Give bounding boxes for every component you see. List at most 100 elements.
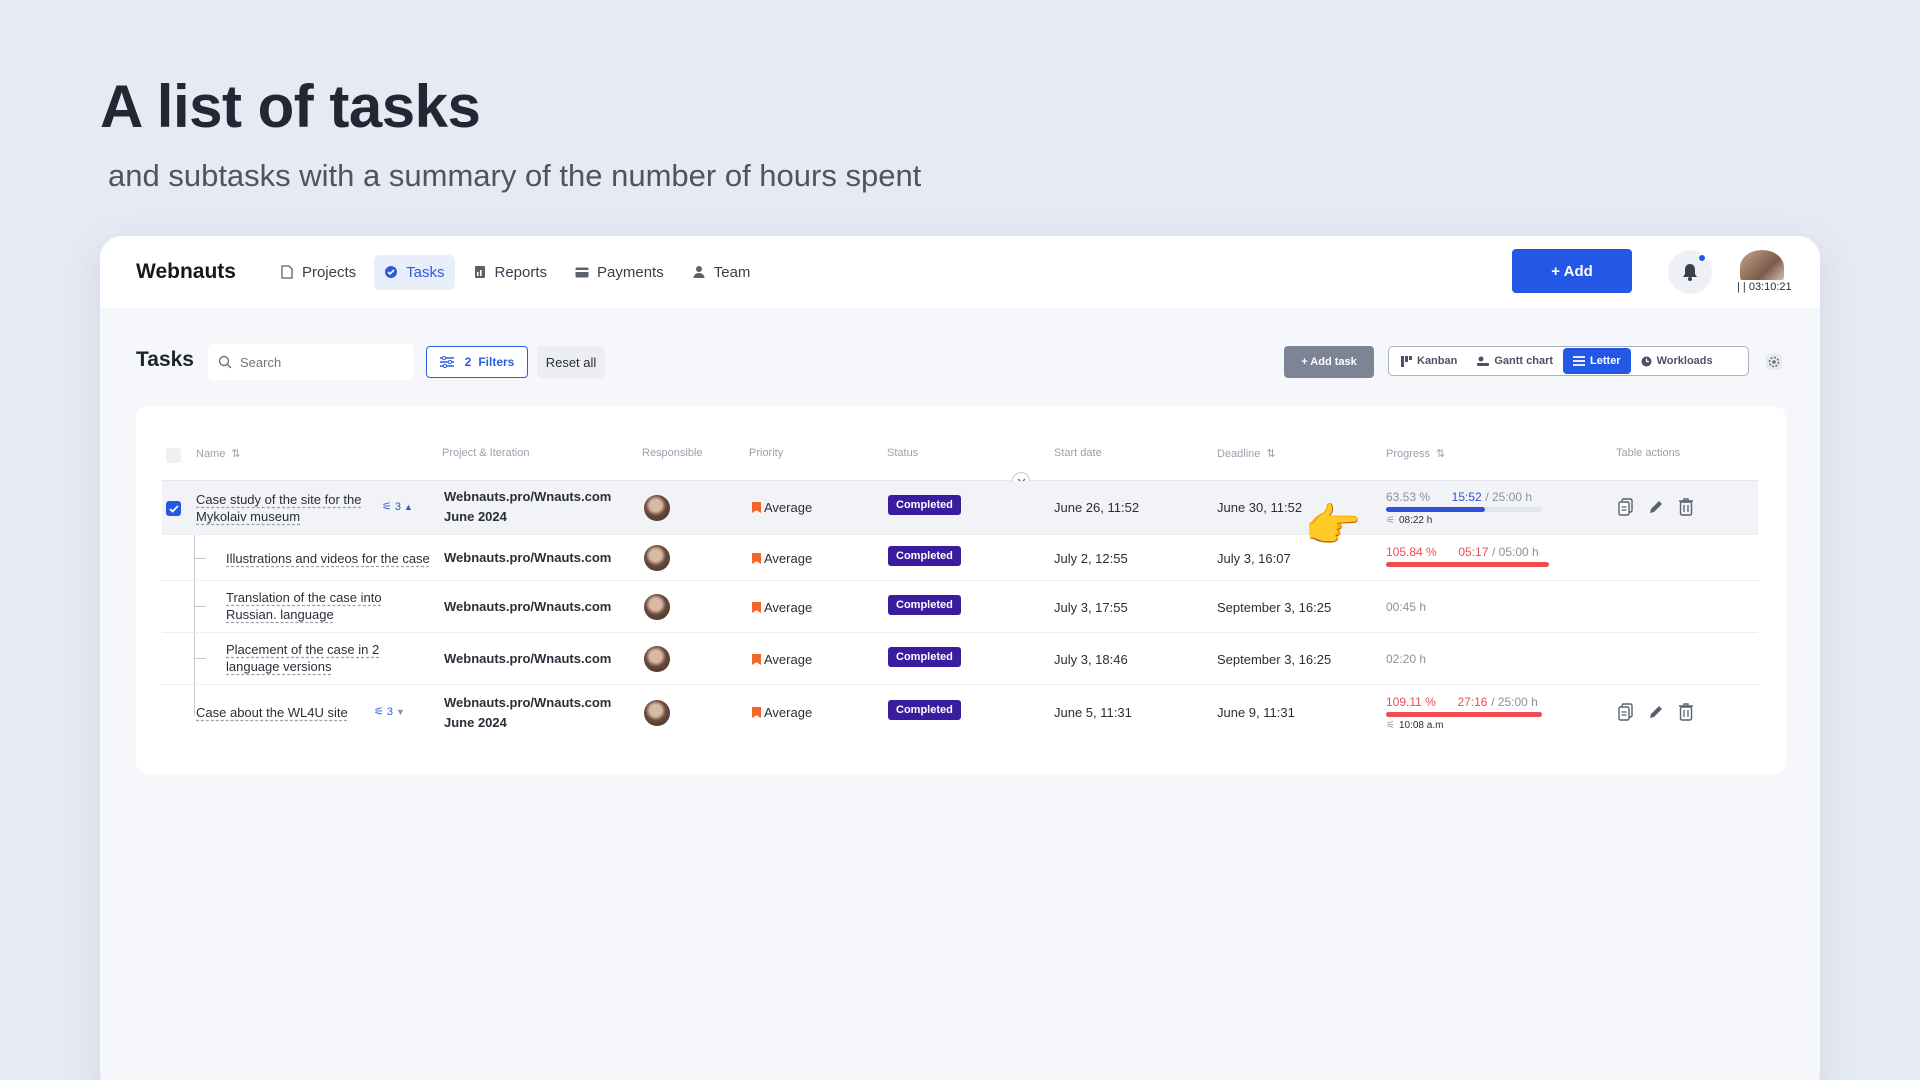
kanban-icon — [1401, 355, 1412, 367]
report-icon — [473, 265, 487, 279]
task-name[interactable]: Case study of the site for the Mykolaiv … — [196, 491, 376, 525]
sort-icon: ⇅ — [1436, 448, 1446, 460]
row-checkbox[interactable] — [166, 501, 181, 516]
tasks-toolbar: Tasks 2 Filters Reset all + Add task Kan… — [136, 344, 1786, 380]
priority: Average — [752, 705, 812, 720]
subtask-count[interactable]: ⚟ 3 ▼ — [374, 705, 405, 719]
progress-track — [1386, 507, 1542, 512]
view-letter[interactable]: Letter — [1563, 348, 1631, 374]
column-label: Priority — [749, 447, 784, 459]
subtask-count[interactable]: ⚟ 3 ▲ — [382, 500, 413, 514]
view-gantt-chart[interactable]: Gantt chart — [1467, 348, 1563, 374]
progress-percent: 105.84 % — [1386, 545, 1437, 559]
filters-label: Filters — [478, 355, 515, 369]
deadline: June 9, 11:31 — [1217, 705, 1295, 720]
row-actions — [1618, 703, 1694, 721]
priority-flag-icon — [752, 707, 761, 718]
column-header-progress[interactable]: Progress ⇅ — [1386, 447, 1446, 461]
project-iteration: Webnauts.pro/Wnauts.com — [444, 597, 611, 617]
notifications-button[interactable] — [1668, 250, 1712, 294]
search-input[interactable] — [240, 354, 400, 370]
table-row[interactable]: Illustrations and videos for the case We… — [162, 535, 1758, 581]
progress-cell: 109.11 % 27:16 / 25:00 h — [1386, 694, 1556, 709]
task-name[interactable]: Illustrations and videos for the case — [226, 550, 430, 567]
table-settings-button[interactable] — [1764, 352, 1784, 372]
table-row[interactable]: Translation of the case into Russian. la… — [162, 581, 1758, 633]
task-name[interactable]: Placement of the case in 2 language vers… — [226, 641, 396, 675]
project-iteration: Webnauts.pro/Wnauts.com June 2024 — [444, 487, 611, 527]
subtask-icon: ⚟ — [382, 501, 392, 513]
task-name[interactable]: Case about the WL4U site — [196, 704, 348, 721]
task-name[interactable]: Translation of the case into Russian. la… — [226, 589, 396, 623]
progress-cell: 105.84 % 05:17 / 05:00 h — [1386, 544, 1556, 559]
avatar[interactable] — [644, 545, 670, 571]
reset-all-button[interactable]: Reset all — [537, 346, 605, 378]
avatar[interactable] — [644, 594, 670, 620]
column-header-name[interactable]: Name ⇅ — [196, 447, 241, 461]
avatar[interactable] — [644, 495, 670, 521]
edit-icon[interactable] — [1648, 499, 1664, 515]
status[interactable]: Completed — [888, 647, 961, 667]
deadline: September 3, 16:25 — [1217, 652, 1332, 667]
card-icon — [575, 265, 589, 279]
status[interactable]: Completed — [888, 700, 961, 720]
time-tracker[interactable]: | | 03:10:21 — [1733, 280, 1796, 294]
column-header-project: Project & Iteration — [442, 447, 529, 459]
avatar[interactable] — [644, 700, 670, 726]
time-spent: 27:16 — [1457, 695, 1488, 709]
page-headline: A list of tasks — [100, 73, 481, 140]
task-name-line: Mykolaiv museum — [196, 509, 301, 524]
add-task-button[interactable]: + Add task — [1284, 346, 1374, 378]
filters-button[interactable]: 2 Filters — [426, 346, 528, 378]
nav-item-payments[interactable]: Payments — [565, 255, 674, 290]
column-header-start-date: Start date — [1054, 447, 1102, 459]
app-logo[interactable]: Webnauts — [136, 260, 236, 284]
copy-icon[interactable] — [1618, 703, 1634, 721]
view-workloads[interactable]: Workloads — [1631, 348, 1723, 374]
priority-flag-icon — [752, 553, 761, 564]
trash-icon[interactable] — [1678, 703, 1694, 721]
start-date: June 5, 11:31 — [1054, 705, 1132, 720]
status-badge: Completed — [888, 546, 961, 566]
nav-item-tasks[interactable]: Tasks — [374, 254, 455, 290]
table-row[interactable]: Placement of the case in 2 language vers… — [162, 633, 1758, 685]
column-header-actions: Table actions — [1616, 447, 1680, 459]
nav-item-projects[interactable]: Projects — [270, 255, 366, 290]
chevron-down-icon: ▼ — [396, 706, 405, 717]
nav-item-team[interactable]: Team — [682, 255, 761, 290]
project-iteration: Webnauts.pro/Wnauts.com — [444, 548, 611, 568]
add-button[interactable]: + Add — [1512, 249, 1632, 293]
nav-label: Payments — [597, 263, 664, 281]
column-header-deadline[interactable]: Deadline ⇅ — [1217, 447, 1276, 461]
nav-item-reports[interactable]: Reports — [463, 255, 558, 290]
task-name-line: Illustrations and videos for the case — [226, 551, 430, 566]
filters-count: 2 — [464, 355, 472, 369]
avatar[interactable] — [644, 646, 670, 672]
top-navigation-bar: Webnauts Projects Tasks Reports Payments… — [100, 236, 1820, 308]
column-label: Responsible — [642, 447, 703, 459]
priority: Average — [752, 500, 812, 515]
progress-track — [1386, 562, 1549, 567]
nav-label: Projects — [301, 263, 357, 281]
priority-label: Average — [764, 500, 813, 515]
project-name: Webnauts.pro/Wnauts.com — [444, 599, 612, 614]
column-header-status: Status — [887, 447, 918, 459]
status-badge: Completed — [888, 647, 961, 667]
view-label: Kanban — [1417, 355, 1458, 367]
edit-icon[interactable] — [1648, 704, 1664, 720]
trash-icon[interactable] — [1678, 498, 1694, 516]
status[interactable]: Completed — [888, 595, 961, 615]
status[interactable]: Completed — [888, 546, 961, 566]
view-kanban[interactable]: Kanban — [1391, 348, 1467, 374]
copy-icon[interactable] — [1618, 498, 1634, 516]
status[interactable]: Completed — [888, 495, 961, 515]
time-estimate: / 25:00 h — [1485, 490, 1533, 504]
table-row[interactable]: Case about the WL4U site ⚟ 3 ▼ Webnauts.… — [162, 685, 1758, 741]
search-icon — [218, 355, 232, 369]
deadline: September 3, 16:25 — [1217, 600, 1332, 615]
user-avatar[interactable] — [1740, 250, 1784, 284]
select-all-checkbox[interactable] — [166, 448, 181, 463]
row-actions — [1618, 498, 1694, 516]
search-box[interactable] — [208, 344, 414, 380]
table-row[interactable]: Case study of the site for the Mykolaiv … — [162, 481, 1758, 535]
